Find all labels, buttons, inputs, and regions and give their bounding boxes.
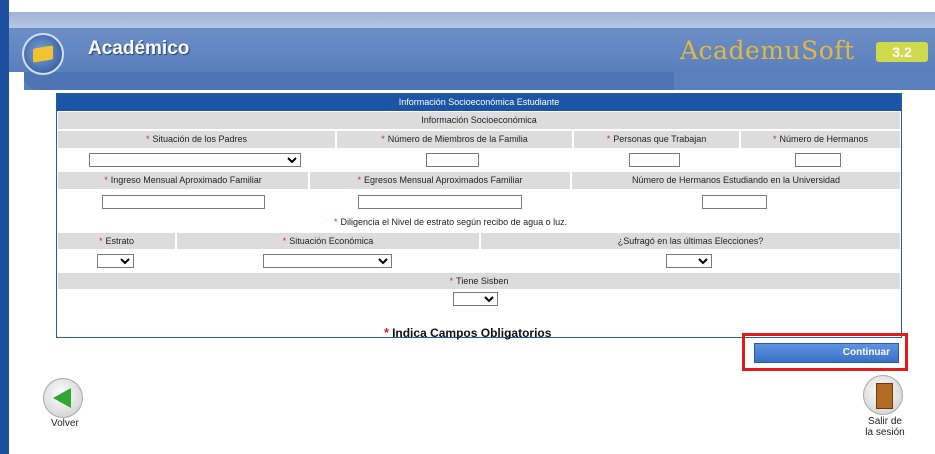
left-border — [0, 0, 9, 454]
logout-button-label[interactable]: Salir de la sesión — [860, 416, 910, 438]
required-fields-note: * Indica Campos Obligatorios — [384, 325, 551, 340]
panel-title: Información Socioeconómica Estudiante — [57, 94, 901, 111]
logout-door-icon[interactable] — [863, 375, 903, 415]
label-text: Egresos Mensual Aproximados Familiar — [363, 175, 523, 185]
label-text: Estrato — [105, 236, 135, 246]
label-sisben: * Tiene Sisben — [57, 272, 901, 290]
required-marker: * — [449, 276, 454, 286]
numero-miembros-input[interactable] — [426, 153, 479, 167]
label-text: Ingreso Mensual Aproximado Familiar — [110, 175, 262, 185]
required-marker: * — [145, 134, 150, 144]
top-bar — [9, 12, 935, 28]
required-marker: * — [98, 236, 103, 246]
logout-label-line2: la sesión — [865, 427, 905, 438]
label-sufrago: ¿Sufragó en las últimas Elecciones? — [480, 232, 901, 250]
app-title: Académico — [88, 38, 190, 59]
label-hermanos-universidad: Número de Hermanos Estudiando en la Univ… — [571, 171, 901, 190]
required-marker: * — [772, 134, 777, 144]
logout-label-line1: Salir de — [868, 416, 902, 427]
back-button-label[interactable]: Volver — [51, 418, 79, 429]
required-marker: * — [381, 134, 385, 144]
label-ingreso-mensual: * Ingreso Mensual Aproximado Familiar — [57, 171, 309, 190]
situacion-economica-select[interactable] — [263, 254, 392, 268]
label-text: Tiene Sisben — [456, 276, 509, 286]
label-numero-hermanos: * Número de Hermanos — [740, 130, 901, 149]
hermanos-universidad-input[interactable] — [702, 195, 767, 209]
label-personas-trabajan: * Personas que Trabajan — [573, 130, 740, 149]
note-text: Diligencia el Nivel de estrato según rec… — [340, 217, 568, 227]
socioeconomic-form: Información Socioeconómica Estudiante In… — [56, 93, 902, 338]
required-marker: * — [282, 236, 287, 246]
sisben-select[interactable] — [453, 292, 498, 306]
personas-trabajan-input[interactable] — [629, 153, 680, 167]
numero-hermanos-input[interactable] — [795, 153, 841, 167]
label-numero-miembros: * Número de Miembros de la Familia — [336, 130, 573, 149]
label-situacion-padres: * Situación de los Padres — [57, 130, 336, 149]
label-text: Personas que Trabajan — [613, 134, 707, 144]
back-arrow-icon[interactable] — [43, 378, 83, 418]
label-text: Situación de los Padres — [152, 134, 248, 144]
required-marker: * — [606, 134, 611, 144]
egresos-mensual-input[interactable] — [358, 195, 522, 209]
section-title: Información Socioeconómica — [57, 111, 901, 130]
estrato-select[interactable] — [97, 254, 134, 268]
brand-version: 3.2 — [876, 42, 928, 62]
sufrago-select[interactable] — [666, 254, 712, 268]
label-estrato: * Estrato — [57, 232, 176, 250]
situacion-padres-select[interactable] — [89, 153, 301, 167]
label-text: Número de Hermanos — [779, 134, 869, 144]
estrato-note: * Diligencia el Nivel de estrato según re… — [334, 217, 567, 227]
label-egresos-mensual: * Egresos Mensual Aproximados Familiar — [309, 171, 571, 190]
header-tab — [24, 72, 674, 90]
required-note-text: Indica Campos Obligatorios — [392, 326, 552, 340]
required-marker: * — [334, 217, 338, 227]
continue-button[interactable]: Continuar — [754, 343, 899, 363]
required-marker: * — [357, 175, 361, 185]
label-situacion-economica: * Situación Económica — [176, 232, 480, 250]
brand-name: AcademuSoft — [680, 36, 855, 65]
ingreso-mensual-input[interactable] — [102, 195, 265, 209]
required-marker: * — [104, 175, 108, 185]
label-text: Situación Económica — [289, 236, 374, 246]
brand-logo: AcademuSoft — [680, 36, 855, 65]
label-text: Número de Miembros de la Familia — [387, 134, 528, 144]
academic-book-icon — [22, 33, 64, 75]
required-marker: * — [384, 325, 390, 340]
